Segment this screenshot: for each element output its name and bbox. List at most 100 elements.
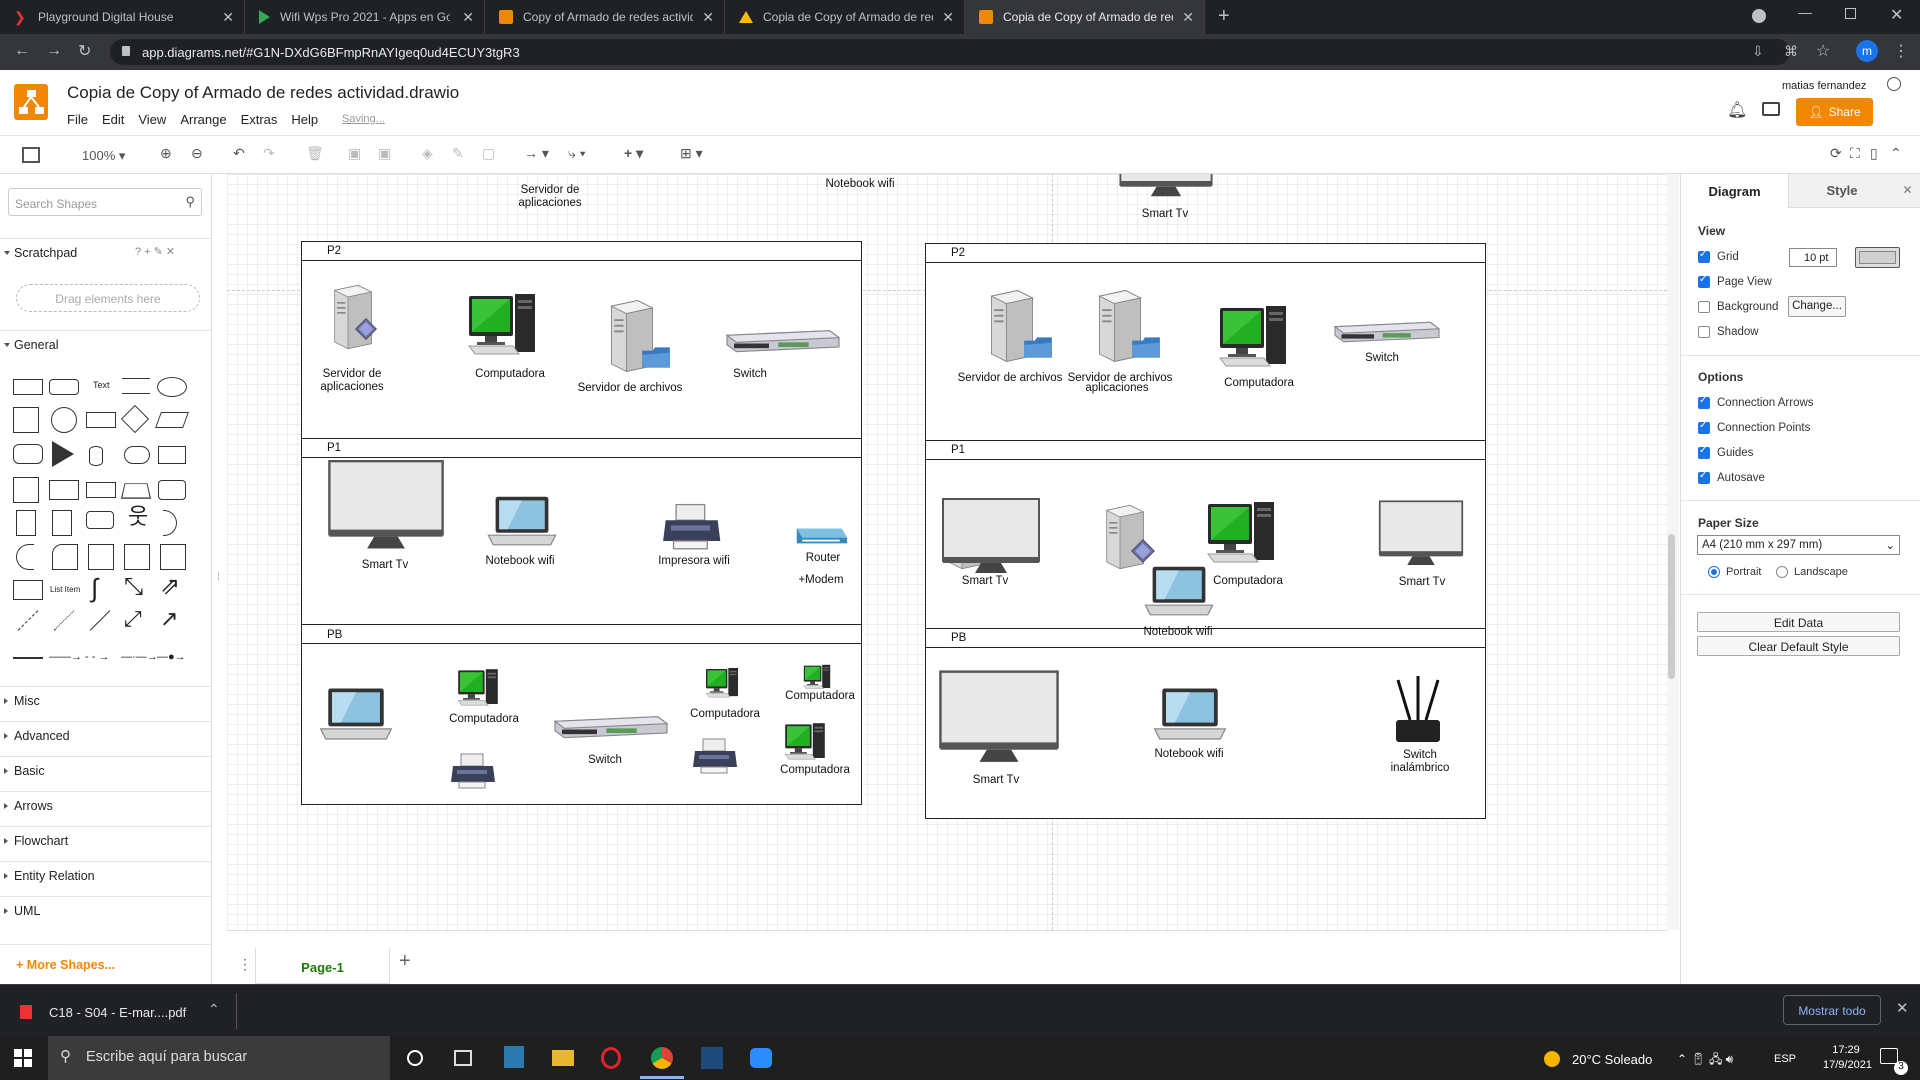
zoom-in-icon[interactable]: ⊕ (160, 145, 172, 162)
manual-input-shape[interactable] (52, 544, 78, 570)
label-notebook[interactable]: Notebook wifi (470, 555, 570, 568)
browser-tab[interactable]: ❯ Playground Digital House ✕ (0, 0, 245, 34)
connector-shape[interactable]: ——→ (49, 651, 82, 663)
collapse-icon[interactable]: ⌃ (1890, 145, 1902, 162)
shadow-checkbox[interactable] (1698, 326, 1710, 338)
weather-text[interactable]: 20°C Soleado (1572, 1052, 1652, 1067)
computer-icon[interactable] (466, 292, 538, 362)
reload-icon[interactable]: ↻ (78, 41, 91, 61)
close-tab-icon[interactable]: ✕ (462, 9, 474, 26)
list-item-shape[interactable]: List Item (50, 585, 80, 594)
printer-icon[interactable] (690, 737, 742, 777)
label-wifi-printer[interactable]: Impresora wifi (644, 555, 744, 568)
panel-toggle-icon[interactable]: ▯ (1870, 145, 1878, 162)
file-server-icon[interactable] (604, 296, 674, 378)
label-file-server[interactable]: Servidor de archivos (570, 382, 690, 395)
router-icon[interactable] (793, 520, 849, 550)
label-computer[interactable]: Computadora (1209, 377, 1309, 390)
close-window-icon[interactable]: ✕ (1890, 5, 1903, 25)
grid-size-input[interactable]: 10 pt (1789, 248, 1837, 267)
switch-icon[interactable] (550, 712, 672, 740)
switch-icon[interactable] (722, 326, 844, 354)
splitter-handle[interactable]: ⁞ (217, 572, 220, 583)
swimlane-shape[interactable] (124, 544, 150, 570)
chrome-menu-icon[interactable]: ⋮ (1893, 41, 1909, 61)
app-icon[interactable] (504, 1046, 524, 1068)
label-notebook-top[interactable]: Notebook wifi (810, 178, 910, 191)
label-wireless-switch[interactable]: Switch inalámbrico (1370, 749, 1470, 775)
uml-section-header[interactable]: UML (0, 896, 212, 922)
label-router[interactable]: Router (773, 552, 873, 565)
connector-circle-shape[interactable]: —●→ (157, 651, 186, 663)
notebook-icon[interactable] (1152, 686, 1228, 744)
back-icon[interactable]: ← (14, 42, 30, 60)
add-page-icon[interactable]: + (399, 950, 411, 973)
translate-icon[interactable]: ⌘ (1784, 43, 1798, 60)
cube-shape[interactable] (49, 480, 79, 500)
paper-size-select[interactable]: A4 (210 mm x 297 mm) ⌄ (1697, 535, 1900, 555)
circle-shape[interactable] (51, 407, 77, 433)
floor-label-p2[interactable]: P2 (951, 247, 965, 259)
label-computer[interactable]: Computadora (765, 764, 865, 777)
tab-page-1[interactable]: Page-1 (255, 948, 390, 984)
misc-section-header[interactable]: Misc (0, 686, 212, 712)
hexagon-shape[interactable] (13, 444, 43, 464)
clock[interactable]: 17:29 17/9/2021 (1823, 1044, 1872, 1071)
notebook-icon[interactable] (1143, 564, 1215, 620)
menu-view[interactable]: View (138, 112, 166, 127)
label-smart-tv[interactable]: Smart Tv (935, 575, 1035, 588)
floor-label-pb[interactable]: PB (327, 629, 342, 641)
scratchpad-tools[interactable]: ? + ✎ ✕ (135, 245, 175, 258)
dashed-connector-shape[interactable]: - - → (85, 651, 109, 663)
file-server-icon[interactable] (984, 286, 1056, 368)
close-tab-icon[interactable]: ✕ (1182, 9, 1194, 26)
close-panel-icon[interactable]: ✕ (1895, 174, 1920, 208)
entity-relation-section-header[interactable]: Entity Relation (0, 861, 212, 887)
label-computer[interactable]: Computadora (434, 713, 534, 726)
line-color-icon[interactable]: ✎ (452, 145, 464, 162)
edit-data-button[interactable]: Edit Data (1697, 612, 1900, 632)
trapezoid-shape[interactable] (120, 483, 152, 499)
new-tab-icon[interactable]: + (1218, 5, 1230, 28)
connector-label-shape[interactable]: —·—→ (121, 651, 158, 663)
label-switch[interactable]: Switch (555, 754, 655, 767)
label-smarttv-top[interactable]: Smart Tv (1115, 208, 1215, 221)
step-shape[interactable] (86, 482, 116, 498)
label-app-server[interactable]: aplicaciones (1067, 382, 1167, 395)
basic-section-header[interactable]: Basic (0, 756, 212, 782)
minimize-icon[interactable]: — (1798, 4, 1812, 20)
page-view-checkbox[interactable] (1698, 274, 1710, 288)
language-indicator[interactable]: ESP (1774, 1053, 1796, 1065)
textbox-shape[interactable] (122, 378, 150, 394)
scratchpad-header[interactable]: Scratchpad ? + ✎ ✕ (0, 238, 212, 264)
smart-tv-icon[interactable] (327, 458, 445, 554)
tape-shape[interactable] (158, 480, 186, 500)
ellipse-shape[interactable] (157, 377, 187, 397)
close-tab-icon[interactable]: ✕ (222, 9, 234, 26)
frame-shape[interactable] (160, 544, 186, 570)
floor-label-pb[interactable]: PB (951, 632, 966, 644)
text-shape[interactable]: Text (93, 380, 110, 390)
label-smart-tv[interactable]: Smart Tv (335, 559, 435, 572)
clear-default-style-button[interactable]: Clear Default Style (1697, 636, 1900, 656)
url-field[interactable]: app.diagrams.net/#G1N-DXdG6BFmpRnAYIgeq0… (110, 39, 1790, 65)
floor-label-p2[interactable]: P2 (327, 245, 341, 257)
menu-extras[interactable]: Extras (241, 112, 278, 127)
chrome-icon[interactable] (651, 1047, 673, 1069)
computer-icon[interactable] (455, 668, 501, 710)
table-icon[interactable]: ⊞ ▾ (680, 145, 703, 162)
advanced-section-header[interactable]: Advanced (0, 721, 212, 747)
user-name[interactable]: matias fernandez (1782, 80, 1866, 92)
vertical-scrollbar[interactable] (1668, 534, 1675, 679)
label-smart-tv[interactable]: Smart Tv (946, 774, 1046, 787)
label-switch[interactable]: Switch (1332, 352, 1432, 365)
arrows-section-header[interactable]: Arrows (0, 791, 212, 817)
undo-icon[interactable]: ↶ (233, 145, 245, 162)
cortana-icon[interactable] (407, 1050, 423, 1066)
show-all-downloads-button[interactable]: Mostrar todo (1783, 995, 1881, 1025)
sync-icon[interactable]: ⟳ (1830, 145, 1842, 162)
notification-bell-icon[interactable]: 🔔︎ (1727, 100, 1747, 120)
directional-connector-shape[interactable]: ↗ (160, 608, 178, 630)
system-tray-icons[interactable]: ⌃ 🔋︎ 🖧︎ 🔊︎ (1677, 1050, 1733, 1071)
parallelogram-shape[interactable] (155, 412, 189, 428)
